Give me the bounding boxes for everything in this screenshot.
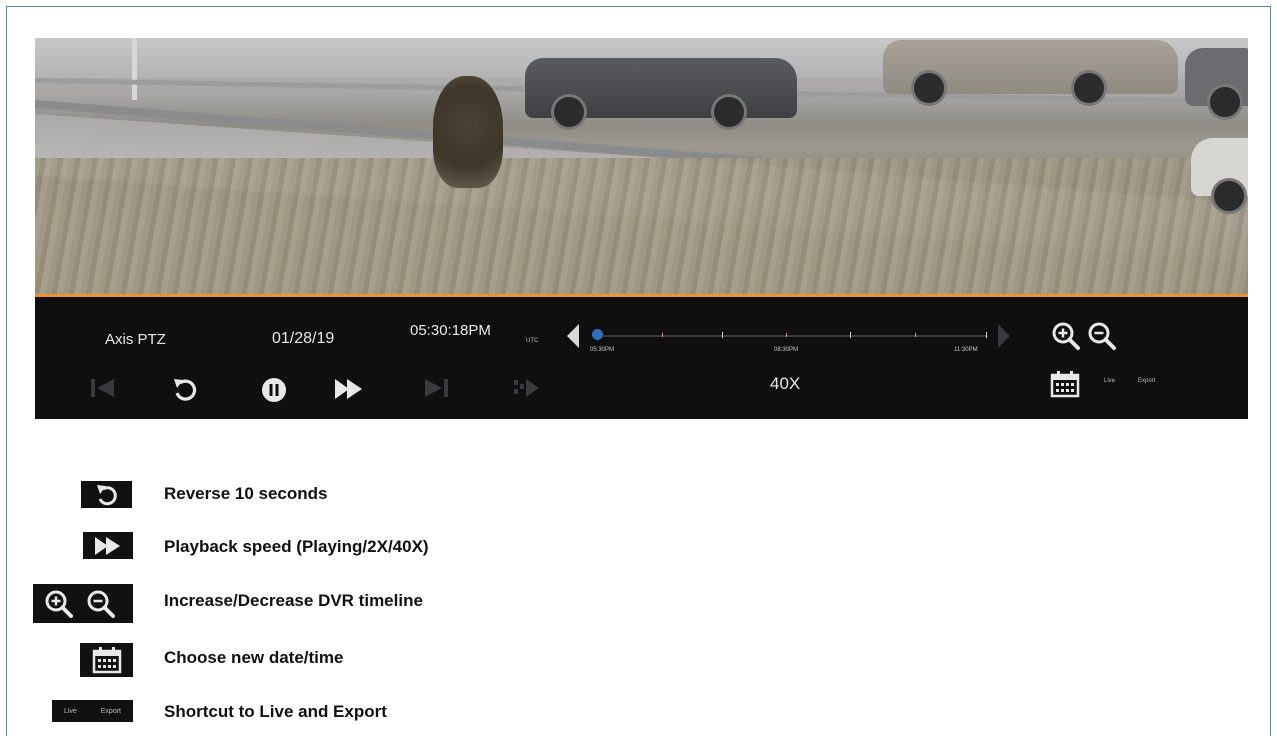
video-feed[interactable] [35, 38, 1248, 294]
timeline-label-start: 05:30PM [590, 347, 615, 353]
playback-control-bar: Axis PTZ 01/28/19 05:30:18PM UTC 05:30PM… [35, 294, 1248, 419]
calendar-icon[interactable] [1050, 370, 1080, 398]
car-dark [525, 58, 797, 130]
fast-forward-icon [95, 536, 120, 555]
camera-name: Axis PTZ [105, 331, 166, 348]
timeline-prev-icon[interactable] [566, 323, 580, 349]
calendar-icon [92, 647, 121, 674]
legend-zoom-icon [33, 584, 133, 623]
step-frame-icon[interactable] [511, 376, 541, 400]
legend-text-live-export: Shortcut to Live and Export [164, 702, 387, 721]
reverse-10s-icon [96, 484, 117, 505]
legend-calendar-icon [80, 643, 133, 677]
timezone-label: UTC [526, 338, 539, 344]
reverse-10s-icon[interactable] [171, 377, 199, 401]
export-button[interactable]: Export [1138, 378, 1155, 384]
car-silver [883, 40, 1178, 106]
legend-export-label: Export [100, 707, 121, 715]
legend-text-calendar: Choose new date/time [164, 648, 344, 667]
live-export-icon: Live Export [52, 700, 133, 722]
pause-icon[interactable] [261, 377, 287, 403]
car-white [1191, 138, 1248, 214]
skip-end-icon[interactable] [423, 377, 451, 399]
timeline-label-mid: 08:30PM [774, 347, 799, 353]
legend-reverse-icon [81, 481, 132, 508]
grass-field [35, 158, 1248, 294]
skip-start-icon[interactable] [90, 377, 116, 399]
zoom-in-icon[interactable] [1051, 321, 1081, 351]
playback-date: 01/28/19 [272, 330, 335, 347]
timeline-cursor[interactable] [592, 329, 603, 340]
zoom-out-icon[interactable] [1087, 321, 1117, 351]
dvr-timeline[interactable] [595, 335, 988, 337]
legend-speed-icon [83, 532, 133, 559]
playback-speed: 40X [770, 374, 801, 393]
pole [132, 38, 137, 100]
car-grey [1185, 48, 1248, 120]
legend-text-reverse: Reverse 10 seconds [164, 484, 328, 503]
timeline-label-end: 11:30PM [954, 347, 978, 353]
playback-time: 05:30:18PM [410, 322, 491, 339]
bush [433, 76, 503, 188]
legend-text-speed: Playback speed (Playing/2X/40X) [164, 537, 429, 556]
timeline-next-icon[interactable] [997, 323, 1011, 349]
legend-live-label: Live [63, 707, 77, 715]
fast-forward-icon[interactable] [334, 378, 364, 400]
zoom-in-out-icon [45, 590, 115, 618]
legend-text-zoom: Increase/Decrease DVR timeline [164, 591, 423, 610]
live-button[interactable]: Live [1104, 378, 1115, 384]
